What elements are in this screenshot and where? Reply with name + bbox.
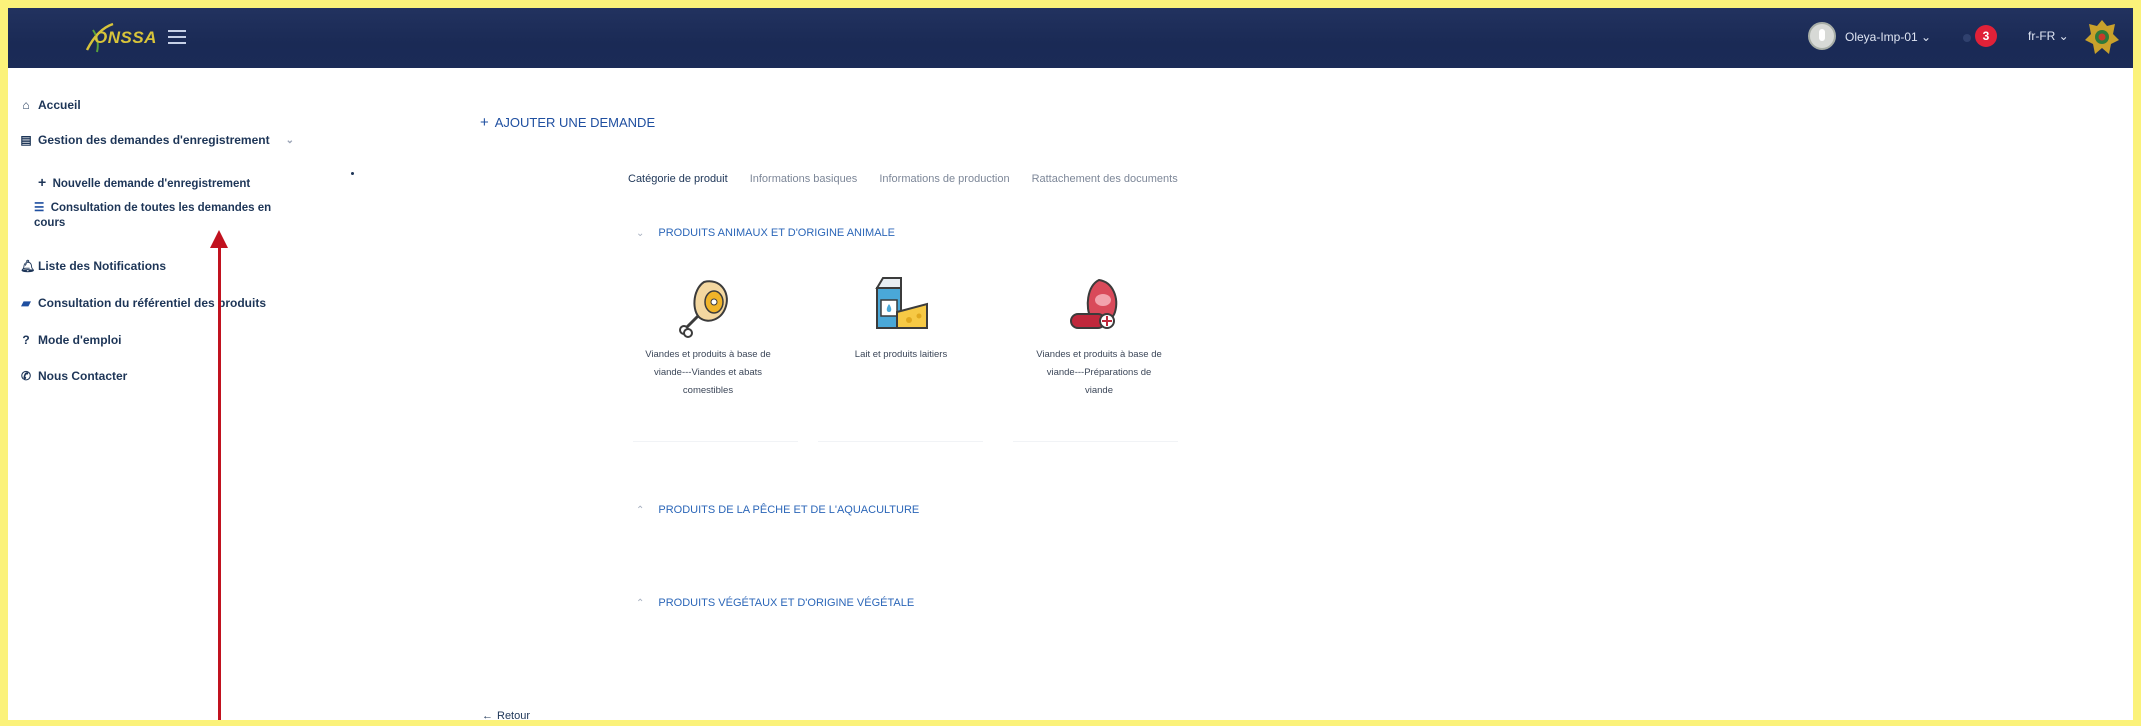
product-label-line: viande---Préparations de	[1046, 367, 1152, 378]
home-icon: ⌂	[22, 98, 30, 112]
sidebar-item-notifications[interactable]: 🔔︎ Liste des Notifications	[20, 259, 166, 273]
list-icon: ☰	[34, 202, 45, 214]
top-navbar: ONSSA Oleya-Imp-01 ⌄ 3 fr-FR ⌄	[8, 8, 2133, 68]
document-icon: ▤	[20, 133, 32, 147]
sidebar-item-nous-contacter[interactable]: ✆ Nous Contacter	[20, 369, 127, 383]
language-selector[interactable]: fr-FR ⌄	[2028, 29, 2069, 43]
bell-icon: 🔔︎	[20, 259, 36, 273]
chevron-up-icon: ⌃	[636, 597, 645, 609]
chevron-down-icon: ⌄	[285, 134, 294, 146]
sidebar-item-label: Nouvelle demande d'enregistrement	[52, 178, 251, 190]
annotation-arrow-shaft	[218, 244, 221, 720]
user-menu[interactable]: Oleya-Imp-01 ⌄	[1845, 30, 1931, 44]
product-label-line: Viandes et produits à base de	[1036, 349, 1162, 360]
app-window: ONSSA Oleya-Imp-01 ⌄ 3 fr-FR ⌄ ⌂ Accueil…	[8, 8, 2133, 720]
plus-icon: +	[480, 114, 489, 131]
sidebar-item-label: Gestion des demandes d'enregistrement	[38, 133, 270, 147]
sidebar-item-label: Mode d'emploi	[38, 333, 122, 347]
add-request-button[interactable]: + AJOUTER UNE DEMANDE	[480, 114, 655, 131]
divider	[1013, 441, 1178, 442]
sidebar-item-label: Accueil	[38, 98, 81, 112]
sausage-icon	[1070, 278, 1118, 329]
sidebar-item-label: Nous Contacter	[38, 369, 128, 383]
sidebar-item-mode-emploi[interactable]: ? Mode d'emploi	[20, 333, 122, 347]
sidebar-item-gestion-demandes[interactable]: ▤ Gestion des demandes d'enregistrement …	[20, 133, 294, 147]
sidebar-item-referentiel-produits[interactable]: ▰ Consultation du référentiel des produi…	[20, 296, 266, 310]
back-link[interactable]: ← Retour	[482, 710, 530, 720]
product-card-viandes-abats[interactable]: Viandes et produits à base de viande---V…	[633, 274, 783, 400]
sidebar-item-label: Liste des Notifications	[38, 259, 167, 273]
product-card-lait[interactable]: Lait et produits laitiers	[826, 274, 976, 364]
product-card-viandes-preparations[interactable]: Viandes et produits à base de viande---P…	[1024, 274, 1174, 400]
dairy-icon	[875, 277, 928, 329]
user-name: Oleya-Imp-01	[1845, 30, 1918, 44]
section-produits-animaux[interactable]: ⌄ PRODUITS ANIMAUX ET D'ORIGINE ANIMALE	[636, 227, 895, 239]
divider	[818, 441, 983, 442]
language-label: fr-FR	[2028, 29, 2056, 43]
sidebar-item-nouvelle-demande[interactable]: + Nouvelle demande d'enregistrement	[38, 174, 250, 190]
notification-badge[interactable]: 3	[1975, 25, 1997, 47]
product-label-line: comestibles	[682, 385, 734, 396]
section-produits-vegetaux[interactable]: ⌃ PRODUITS VÉGÉTAUX ET D'ORIGINE VÉGÉTAL…	[636, 597, 914, 609]
section-produits-peche[interactable]: ⌃ PRODUITS DE LA PÊCHE ET DE L'AQUACULTU…	[636, 504, 919, 516]
meat-icon	[679, 280, 728, 338]
tab-rattachement-documents[interactable]: Rattachement des documents	[1032, 173, 1178, 185]
section-title: PRODUITS ANIMAUX ET D'ORIGINE ANIMALE	[658, 227, 895, 239]
product-label-line: Viandes et produits à base de	[645, 349, 771, 360]
plus-icon: +	[38, 174, 47, 190]
notification-bell-icon[interactable]	[1963, 34, 1971, 42]
product-label-line: Lait et produits laitiers	[854, 349, 948, 360]
sidebar-item-label: Consultation du référentiel des produits	[38, 296, 267, 310]
book-icon: ▰	[21, 296, 31, 310]
decorative-dot	[351, 172, 354, 175]
add-request-label: AJOUTER UNE DEMANDE	[494, 115, 656, 130]
sidebar-item-accueil[interactable]: ⌂ Accueil	[20, 98, 81, 112]
chevron-up-icon: ⌃	[636, 504, 645, 516]
sidebar-item-label: Consultation de toutes les demandes en	[50, 202, 272, 214]
coat-of-arms-emblem	[2085, 20, 2119, 54]
logo-text: ONSSA	[94, 28, 157, 47]
sidebar-item-consultation-demandes[interactable]: ☰ Consultation de toutes les demandes en	[34, 200, 271, 214]
product-label-line: viande	[1085, 385, 1113, 396]
back-label: Retour	[497, 710, 531, 720]
tab-categorie-produit[interactable]: Catégorie de produit	[628, 173, 728, 185]
arrow-left-icon: ←	[482, 710, 493, 720]
phone-icon: ✆	[20, 369, 32, 383]
divider	[633, 441, 798, 442]
question-icon: ?	[22, 333, 30, 347]
annotation-arrow-head	[210, 230, 228, 248]
user-avatar[interactable]	[1808, 22, 1836, 50]
chevron-down-icon: ⌄	[636, 227, 645, 239]
sidebar: ⌂ Accueil ▤ Gestion des demandes d'enreg…	[8, 68, 338, 720]
tab-informations-production[interactable]: Informations de production	[879, 173, 1009, 185]
section-title: PRODUITS DE LA PÊCHE ET DE L'AQUACULTURE	[658, 504, 920, 516]
hamburger-menu-icon[interactable]	[168, 30, 186, 44]
product-label-line: viande---Viandes et abats	[653, 367, 763, 378]
sidebar-item-label-continued[interactable]: cours	[34, 217, 65, 229]
section-title: PRODUITS VÉGÉTAUX ET D'ORIGINE VÉGÉTALE	[658, 597, 915, 609]
tab-informations-basiques[interactable]: Informations basiques	[750, 173, 858, 185]
wizard-tabs: Catégorie de produit Informations basiqu…	[628, 173, 1178, 185]
